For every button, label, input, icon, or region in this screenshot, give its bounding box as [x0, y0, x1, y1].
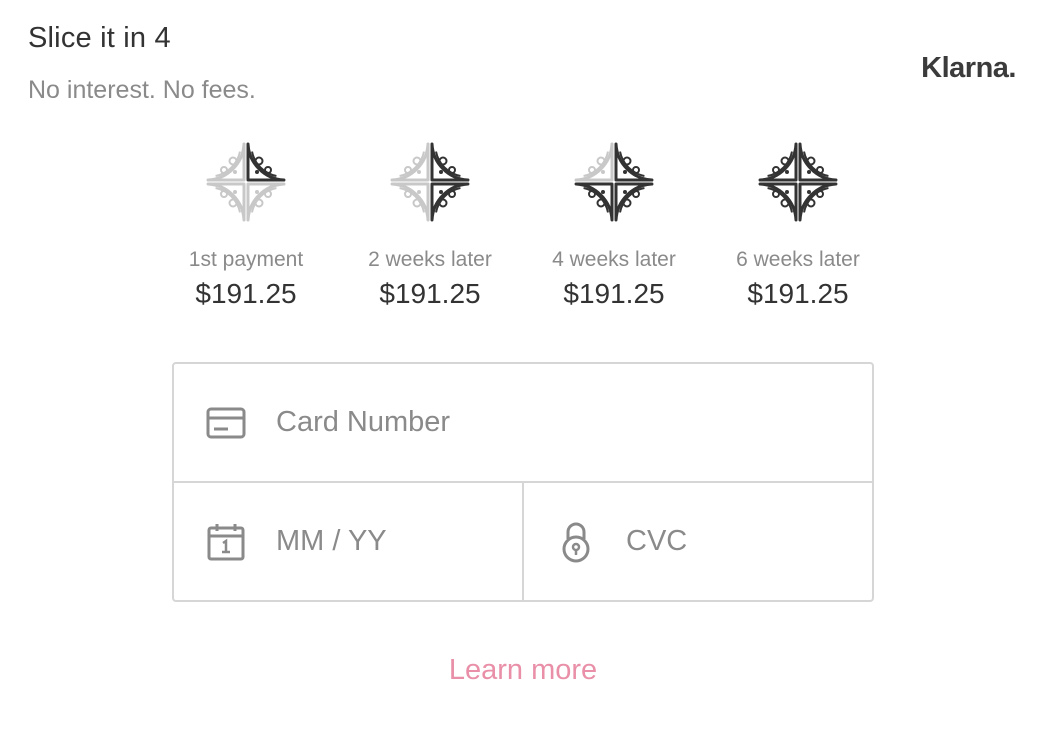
credit-card-icon [204, 401, 248, 445]
pizza-slice-tl [206, 142, 246, 182]
pizza-topping [623, 170, 627, 174]
pizza-slice-br [798, 182, 838, 222]
pizza-slice-bl [758, 182, 798, 222]
pizza-topping [439, 190, 443, 194]
expiry-input[interactable] [276, 525, 522, 558]
pizza-slice-tl [758, 142, 798, 182]
pizza-topping [632, 190, 640, 198]
pizza-slice-bl [574, 182, 614, 222]
pizza-topping [588, 166, 596, 174]
installment-amount: $191.25 [747, 278, 849, 309]
card-form [172, 362, 874, 602]
learn-more-link[interactable]: Learn more [0, 654, 1046, 687]
calendar-icon [204, 520, 248, 564]
installment-3: 4 weeks later $191.25 [522, 140, 706, 310]
pizza-topping [785, 190, 789, 194]
pizza-topping [807, 190, 811, 194]
pizza-topping [233, 170, 237, 174]
installment-label: 6 weeks later [736, 248, 860, 271]
pizza-slice-br [430, 182, 470, 222]
installment-amount: $191.25 [195, 278, 297, 309]
cvc-cell [522, 483, 872, 600]
pizza-slice-br [614, 182, 654, 222]
pizza-topping [417, 170, 421, 174]
pizza-topping [807, 170, 811, 174]
pizza-topping [772, 190, 780, 198]
expiry-cell [174, 483, 522, 600]
pizza-topping [588, 190, 596, 198]
page-subtitle: No interest. No fees. [28, 76, 256, 104]
pizza-slice-tr [246, 142, 286, 182]
pizza-topping [404, 166, 412, 174]
pizza-topping [623, 190, 627, 194]
installment-label: 2 weeks later [368, 248, 492, 271]
pizza-topping [404, 190, 412, 198]
pizza-topping [255, 170, 259, 174]
pizza-icon [758, 142, 838, 222]
installment-2: 2 weeks later $191.25 [338, 140, 522, 310]
card-number-row [174, 364, 872, 483]
pizza-slice-bl [390, 182, 430, 222]
page-title: Slice it in 4 [28, 22, 171, 54]
installment-schedule: 1st payment $191.25 2 weeks later $191.2… [154, 140, 890, 310]
installment-4: 6 weeks later $191.25 [706, 140, 890, 310]
klarna-logo: Klarna. [921, 52, 1016, 84]
cvc-input[interactable] [626, 525, 872, 558]
card-number-input[interactable] [276, 406, 872, 439]
installment-amount: $191.25 [563, 278, 665, 309]
pizza-topping [220, 166, 228, 174]
pizza-topping [233, 190, 237, 194]
pizza-topping [417, 190, 421, 194]
installment-label: 1st payment [188, 248, 304, 271]
pizza-slice-tr [614, 142, 654, 182]
pizza-icon [390, 142, 470, 222]
pizza-slice-br [246, 182, 286, 222]
pizza-topping [255, 190, 259, 194]
installment-amount: $191.25 [379, 278, 481, 309]
installment-1: 1st payment $191.25 [154, 140, 338, 310]
pizza-slice-tr [798, 142, 838, 182]
installment-label: 4 weeks later [552, 248, 676, 271]
pizza-topping [264, 166, 272, 174]
card-details-row [174, 483, 872, 600]
lock-icon [554, 520, 598, 564]
pizza-topping [785, 170, 789, 174]
pizza-topping [601, 170, 605, 174]
pizza-topping [220, 190, 228, 198]
pizza-slice-tl [574, 142, 614, 182]
pizza-slice-tl [390, 142, 430, 182]
pizza-topping [601, 190, 605, 194]
pizza-topping [448, 166, 456, 174]
pizza-icon [206, 142, 286, 222]
pizza-slice-tr [430, 142, 470, 182]
pizza-icon [574, 142, 654, 222]
pizza-topping [632, 166, 640, 174]
pizza-topping [448, 190, 456, 198]
pizza-topping [772, 166, 780, 174]
pizza-slice-bl [206, 182, 246, 222]
pizza-topping [439, 170, 443, 174]
pizza-topping [816, 166, 824, 174]
pizza-topping [264, 190, 272, 198]
pizza-topping [816, 190, 824, 198]
